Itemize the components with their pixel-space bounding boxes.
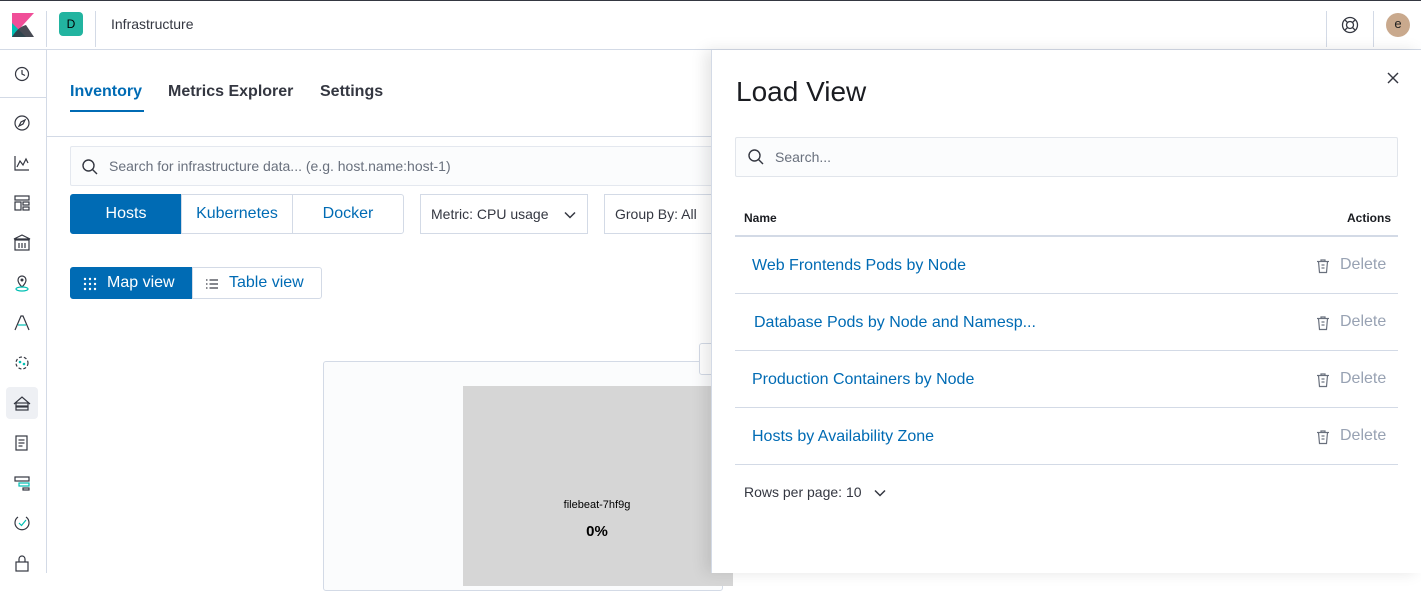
infrastructure-search bbox=[70, 146, 730, 186]
nav-divider bbox=[0, 97, 46, 98]
views-search-input[interactable] bbox=[775, 147, 1375, 167]
map-view-button[interactable]: Map view bbox=[70, 267, 193, 299]
trash-icon bbox=[1317, 316, 1329, 331]
delete-label: Delete bbox=[1340, 370, 1387, 387]
top-header bbox=[0, 0, 1421, 50]
canvas-icon[interactable] bbox=[11, 232, 33, 254]
machine-learning-icon[interactable] bbox=[11, 312, 33, 334]
active-tab-indicator bbox=[70, 110, 144, 112]
grid-dots-icon bbox=[83, 277, 97, 291]
visualize-icon[interactable] bbox=[11, 152, 33, 174]
metric-select[interactable]: Metric: CPU usage bbox=[420, 194, 588, 234]
view-name-link[interactable]: Web Frontends Pods by Node bbox=[752, 257, 966, 275]
help-icon[interactable] bbox=[1341, 16, 1359, 34]
delete-label: Delete bbox=[1340, 256, 1387, 273]
group-by-select[interactable]: Group By: All bbox=[604, 194, 712, 234]
column-header-name[interactable]: Name bbox=[744, 211, 777, 225]
header-divider bbox=[95, 11, 96, 47]
delete-label: Delete bbox=[1340, 427, 1387, 444]
chevron-down-icon[interactable] bbox=[873, 486, 887, 500]
security-icon[interactable] bbox=[11, 552, 33, 574]
apm-icon[interactable] bbox=[11, 472, 33, 494]
uptime-icon[interactable] bbox=[11, 512, 33, 534]
chevron-down-icon bbox=[564, 211, 576, 219]
header-divider bbox=[46, 11, 47, 47]
breadcrumb: Infrastructure bbox=[111, 16, 194, 32]
logs-icon[interactable] bbox=[11, 432, 33, 454]
table-row: Web Frontends Pods by Node Delete bbox=[735, 237, 1398, 294]
table-view-label: Table view bbox=[229, 274, 304, 291]
metrics-icon[interactable] bbox=[11, 352, 33, 374]
tab-settings[interactable]: Settings bbox=[320, 83, 383, 101]
view-name-link[interactable]: Database Pods by Node and Namesp... bbox=[754, 314, 1036, 332]
trash-icon bbox=[1317, 373, 1329, 388]
kubernetes-button[interactable]: Kubernetes bbox=[181, 194, 293, 234]
infrastructure-icon bbox=[13, 396, 31, 411]
tab-metrics-explorer[interactable]: Metrics Explorer bbox=[168, 83, 293, 101]
nav-item-infrastructure[interactable] bbox=[6, 387, 38, 419]
metric-select-label: Metric: CPU usage bbox=[431, 206, 549, 222]
flyout-title: Load View bbox=[736, 76, 867, 107]
table-row: Database Pods by Node and Namesp... Dele… bbox=[735, 294, 1398, 351]
table-view-button[interactable]: Table view bbox=[192, 267, 322, 299]
trash-icon bbox=[1317, 259, 1329, 274]
docker-button[interactable]: Docker bbox=[292, 194, 404, 234]
node-name: filebeat-7hf9g bbox=[563, 499, 631, 511]
header-divider bbox=[1373, 11, 1374, 47]
node-value: 0% bbox=[586, 523, 608, 540]
view-name-link[interactable]: Production Containers by Node bbox=[752, 371, 974, 389]
recently-viewed-icon[interactable] bbox=[11, 63, 33, 85]
space-avatar[interactable]: D bbox=[59, 12, 83, 36]
hosts-button[interactable]: Hosts bbox=[70, 194, 182, 234]
user-avatar[interactable]: e bbox=[1386, 13, 1410, 37]
tab-inventory[interactable]: Inventory bbox=[70, 83, 142, 101]
kibana-logo-icon[interactable] bbox=[12, 13, 34, 37]
rows-per-page-button[interactable]: Rows per page: 10 bbox=[744, 484, 862, 500]
dashboard-icon[interactable] bbox=[11, 192, 33, 214]
header-divider bbox=[1326, 11, 1327, 47]
maps-icon[interactable] bbox=[11, 272, 33, 294]
table-row: Hosts by Availability Zone Delete bbox=[735, 408, 1398, 465]
search-input[interactable] bbox=[109, 155, 709, 177]
list-icon bbox=[206, 279, 218, 289]
tab-divider bbox=[47, 136, 711, 137]
table-row: Production Containers by Node Delete bbox=[735, 351, 1398, 408]
trash-icon bbox=[1317, 430, 1329, 445]
view-name-link[interactable]: Hosts by Availability Zone bbox=[752, 428, 934, 446]
map-node[interactable] bbox=[463, 386, 733, 586]
discover-icon[interactable] bbox=[11, 112, 33, 134]
column-header-actions: Actions bbox=[1347, 211, 1392, 225]
search-icon bbox=[748, 149, 764, 165]
search-icon bbox=[82, 159, 98, 175]
map-view-label: Map view bbox=[107, 274, 175, 291]
delete-label: Delete bbox=[1340, 313, 1387, 330]
views-search bbox=[735, 137, 1398, 177]
close-icon[interactable] bbox=[1386, 71, 1400, 85]
group-by-label: Group By: All bbox=[615, 206, 697, 222]
